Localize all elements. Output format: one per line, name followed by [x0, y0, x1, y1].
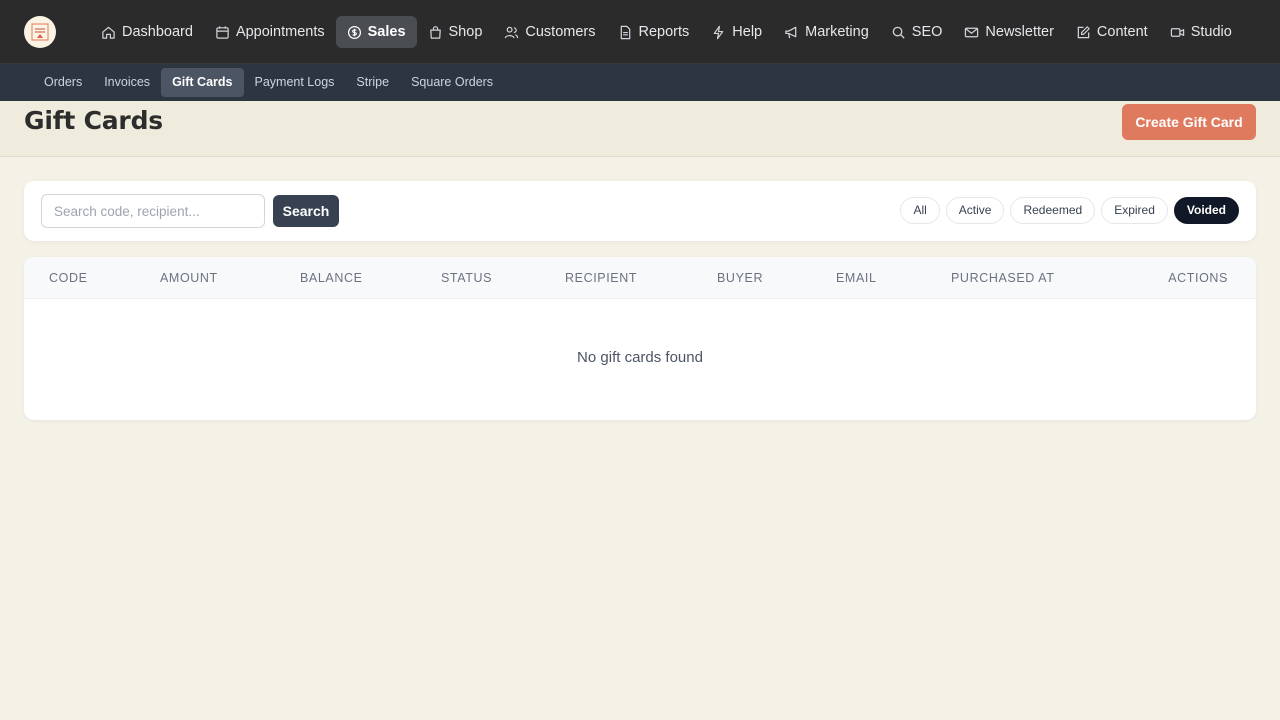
brand-logo[interactable]	[24, 16, 56, 48]
filter-pill-active[interactable]: Active	[945, 197, 1005, 224]
nav-item-label: Reports	[638, 24, 690, 40]
column-header-purchased-at[interactable]: PURCHASED AT	[951, 257, 1055, 299]
edit-icon	[1077, 25, 1090, 38]
subnav-item-gift-cards[interactable]: Gift Cards	[161, 68, 244, 97]
nav-item-help[interactable]: Help	[700, 16, 773, 48]
nav-item-label: Shop	[448, 24, 483, 40]
nav-item-customers[interactable]: Customers	[493, 16, 606, 48]
shopping-bag-icon	[429, 25, 441, 39]
logo-icon	[31, 23, 49, 41]
empty-state-message: No gift cards found	[577, 349, 703, 366]
subnav-item-payment-logs[interactable]: Payment Logs	[244, 68, 346, 97]
subnav-item-invoices[interactable]: Invoices	[93, 68, 161, 97]
nav-item-shop[interactable]: Shop	[417, 16, 494, 48]
nav-item-appointments[interactable]: Appointments	[204, 16, 336, 48]
search-icon	[892, 26, 905, 39]
nav-item-label: Content	[1096, 24, 1148, 40]
nav-item-reports[interactable]: Reports	[607, 16, 701, 48]
megaphone-icon	[785, 26, 797, 38]
nav-item-studio[interactable]: Studio	[1159, 16, 1243, 48]
column-header-balance[interactable]: BALANCE	[300, 257, 363, 299]
column-header-buyer[interactable]: BUYER	[717, 257, 763, 299]
bolt-icon	[713, 25, 724, 39]
nav-item-content[interactable]: Content	[1065, 16, 1159, 48]
table-header: CODE AMOUNT BALANCE STATUS RECIPIENT BUY…	[24, 257, 1256, 299]
dollar-icon	[347, 25, 361, 39]
nav-item-label: Dashboard	[122, 24, 193, 40]
nav-item-label: Help	[732, 24, 763, 40]
page-title: Gift Cards	[24, 106, 163, 135]
filter-pill-redeemed[interactable]: Redeemed	[1010, 197, 1096, 224]
gift-cards-table: CODE AMOUNT BALANCE STATUS RECIPIENT BUY…	[24, 257, 1256, 420]
filter-bar: Search All Active Redeemed Expired Voide…	[24, 181, 1256, 241]
column-header-amount[interactable]: AMOUNT	[160, 257, 218, 299]
nav-item-label: Newsletter	[985, 24, 1054, 40]
subnav-item-square-orders[interactable]: Square Orders	[400, 68, 504, 97]
filter-pill-expired[interactable]: Expired	[1101, 197, 1168, 224]
mail-icon	[965, 27, 979, 37]
nav-item-label: SEO	[911, 24, 943, 40]
column-header-code[interactable]: CODE	[49, 257, 88, 299]
status-filter-group: All Active Redeemed Expired Voided	[900, 197, 1239, 224]
subnav-item-orders[interactable]: Orders	[33, 68, 93, 97]
nav-item-marketing[interactable]: Marketing	[773, 16, 880, 48]
video-icon	[1170, 27, 1184, 37]
nav-item-sales[interactable]: Sales	[335, 16, 417, 48]
column-header-status[interactable]: STATUS	[441, 257, 492, 299]
nav-item-label: Marketing	[805, 24, 869, 40]
sub-nav-list: Orders Invoices Gift Cards Payment Logs …	[33, 68, 504, 97]
sub-navigation: Orders Invoices Gift Cards Payment Logs …	[0, 64, 1280, 101]
nav-item-label: Sales	[367, 24, 406, 40]
nav-item-label: Studio	[1190, 24, 1232, 40]
nav-item-label: Customers	[525, 24, 596, 40]
subnav-item-stripe[interactable]: Stripe	[345, 68, 400, 97]
nav-item-newsletter[interactable]: Newsletter	[953, 16, 1065, 48]
filter-pill-all[interactable]: All	[900, 197, 940, 224]
create-gift-card-button[interactable]: Create Gift Card	[1122, 104, 1256, 140]
top-navigation: Dashboard Appointments Sales Shop Custom…	[0, 0, 1280, 64]
calendar-icon	[216, 25, 229, 39]
column-header-email[interactable]: EMAIL	[836, 257, 877, 299]
filter-pill-voided[interactable]: Voided	[1173, 197, 1239, 224]
main-nav-list: Dashboard Appointments Sales Shop Custom…	[90, 16, 1243, 48]
nav-item-seo[interactable]: SEO	[880, 16, 954, 48]
search-button[interactable]: Search	[273, 195, 339, 227]
search-input[interactable]	[41, 194, 265, 228]
nav-item-dashboard[interactable]: Dashboard	[90, 16, 204, 48]
file-icon	[620, 25, 630, 39]
users-icon	[505, 26, 519, 38]
column-header-recipient[interactable]: RECIPIENT	[565, 257, 637, 299]
nav-item-label: Appointments	[235, 24, 325, 40]
page-header: Gift Cards Create Gift Card	[0, 101, 1280, 157]
column-header-actions: ACTIONS	[1168, 271, 1228, 285]
home-icon	[102, 26, 115, 39]
